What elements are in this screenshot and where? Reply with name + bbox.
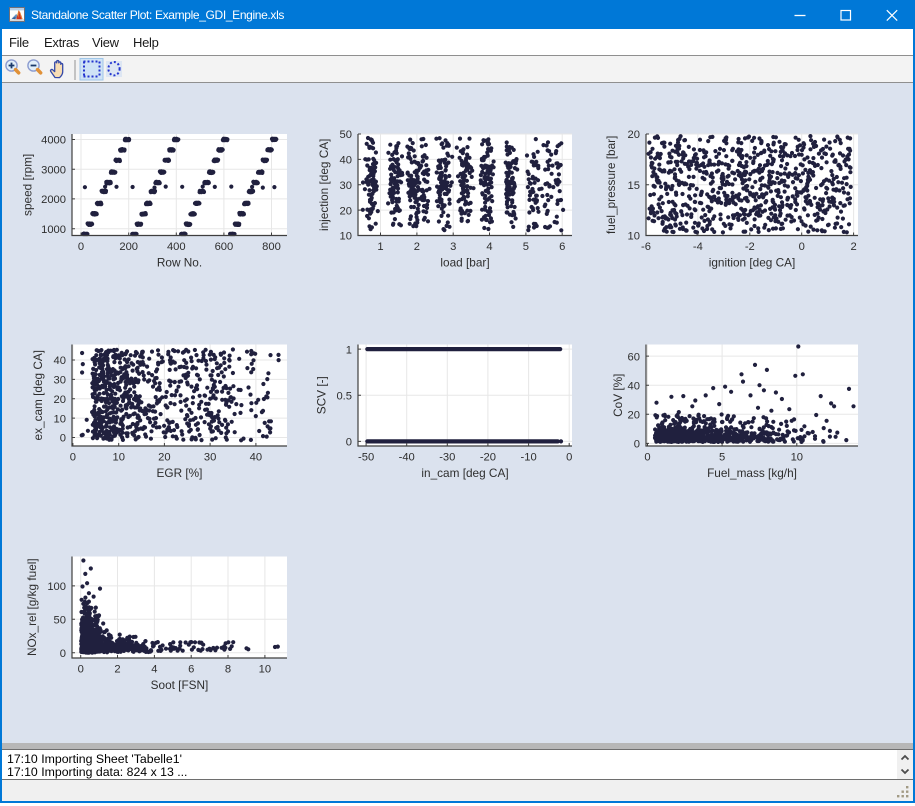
svg-text:800: 800: [262, 241, 281, 253]
svg-text:400: 400: [167, 241, 186, 253]
svg-text:0: 0: [70, 452, 76, 464]
svg-text:0: 0: [634, 439, 640, 451]
svg-text:6: 6: [559, 241, 565, 253]
svg-text:0: 0: [644, 452, 650, 464]
svg-text:0.5: 0.5: [336, 390, 352, 402]
svg-text:SCV [-]: SCV [-]: [315, 376, 329, 414]
svg-text:4000: 4000: [41, 135, 66, 147]
svg-text:5: 5: [523, 241, 529, 253]
svg-text:4: 4: [486, 241, 492, 253]
svg-text:-20: -20: [480, 452, 496, 464]
svg-text:20: 20: [54, 394, 66, 406]
svg-text:1: 1: [346, 344, 352, 356]
svg-text:EGR [%]: EGR [%]: [157, 466, 203, 480]
svg-text:10: 10: [112, 452, 124, 464]
svg-text:1: 1: [377, 241, 383, 253]
svg-text:NOx_rel [g/kg fuel]: NOx_rel [g/kg fuel]: [25, 558, 39, 656]
svg-text:20: 20: [158, 452, 170, 464]
svg-text:0: 0: [346, 437, 352, 449]
svg-text:-40: -40: [399, 452, 415, 464]
svg-text:4: 4: [151, 664, 157, 676]
svg-text:-6: -6: [641, 241, 651, 253]
svg-text:40: 40: [340, 155, 352, 167]
svg-text:-10: -10: [521, 452, 537, 464]
svg-text:200: 200: [119, 241, 138, 253]
svg-text:-2: -2: [745, 241, 755, 253]
svg-text:10: 10: [54, 413, 66, 425]
svg-text:50: 50: [340, 129, 352, 141]
svg-text:20: 20: [628, 410, 640, 422]
svg-text:10: 10: [340, 231, 352, 243]
svg-text:50: 50: [54, 615, 66, 627]
svg-text:40: 40: [628, 380, 640, 392]
svg-text:30: 30: [54, 375, 66, 387]
svg-text:Fuel_mass [kg/h]: Fuel_mass [kg/h]: [707, 466, 797, 480]
svg-text:10: 10: [628, 231, 640, 243]
svg-text:2000: 2000: [41, 194, 66, 206]
svg-text:100: 100: [47, 581, 66, 593]
svg-text:ex_cam [deg CA]: ex_cam [deg CA]: [31, 350, 45, 441]
svg-text:0: 0: [78, 664, 84, 676]
svg-text:2: 2: [114, 664, 120, 676]
svg-text:-50: -50: [358, 452, 374, 464]
svg-text:8: 8: [225, 664, 231, 676]
svg-text:60: 60: [628, 351, 640, 363]
svg-text:0: 0: [60, 433, 66, 445]
svg-text:in_cam [deg CA]: in_cam [deg CA]: [421, 466, 508, 480]
svg-text:ignition [deg CA]: ignition [deg CA]: [709, 256, 796, 270]
svg-text:Row No.: Row No.: [157, 256, 202, 270]
svg-text:20: 20: [628, 129, 640, 141]
svg-text:3: 3: [450, 241, 456, 253]
svg-text:10: 10: [791, 452, 803, 464]
svg-text:injection [deg CA]: injection [deg CA]: [317, 139, 331, 231]
svg-text:load [bar]: load [bar]: [440, 256, 489, 270]
svg-text:speed [rpm]: speed [rpm]: [21, 154, 35, 216]
svg-text:CoV [%]: CoV [%]: [611, 374, 625, 417]
svg-text:fuel_pressure [bar]: fuel_pressure [bar]: [604, 136, 618, 234]
svg-text:Soot [FSN]: Soot [FSN]: [151, 678, 209, 692]
svg-text:40: 40: [54, 355, 66, 367]
svg-text:30: 30: [204, 452, 216, 464]
svg-text:0: 0: [799, 241, 805, 253]
svg-text:5: 5: [719, 452, 725, 464]
svg-text:2: 2: [414, 241, 420, 253]
svg-text:30: 30: [340, 180, 352, 192]
svg-text:20: 20: [340, 205, 352, 217]
svg-text:-30: -30: [439, 452, 455, 464]
svg-text:6: 6: [188, 664, 194, 676]
svg-text:0: 0: [566, 452, 572, 464]
svg-text:2: 2: [850, 241, 856, 253]
svg-text:-4: -4: [693, 241, 703, 253]
svg-text:1000: 1000: [41, 224, 66, 236]
svg-text:600: 600: [215, 241, 234, 253]
svg-text:0: 0: [78, 241, 84, 253]
svg-text:40: 40: [250, 452, 262, 464]
svg-text:10: 10: [259, 664, 271, 676]
svg-text:0: 0: [60, 648, 66, 660]
svg-text:3000: 3000: [41, 164, 66, 176]
svg-text:15: 15: [628, 180, 640, 192]
